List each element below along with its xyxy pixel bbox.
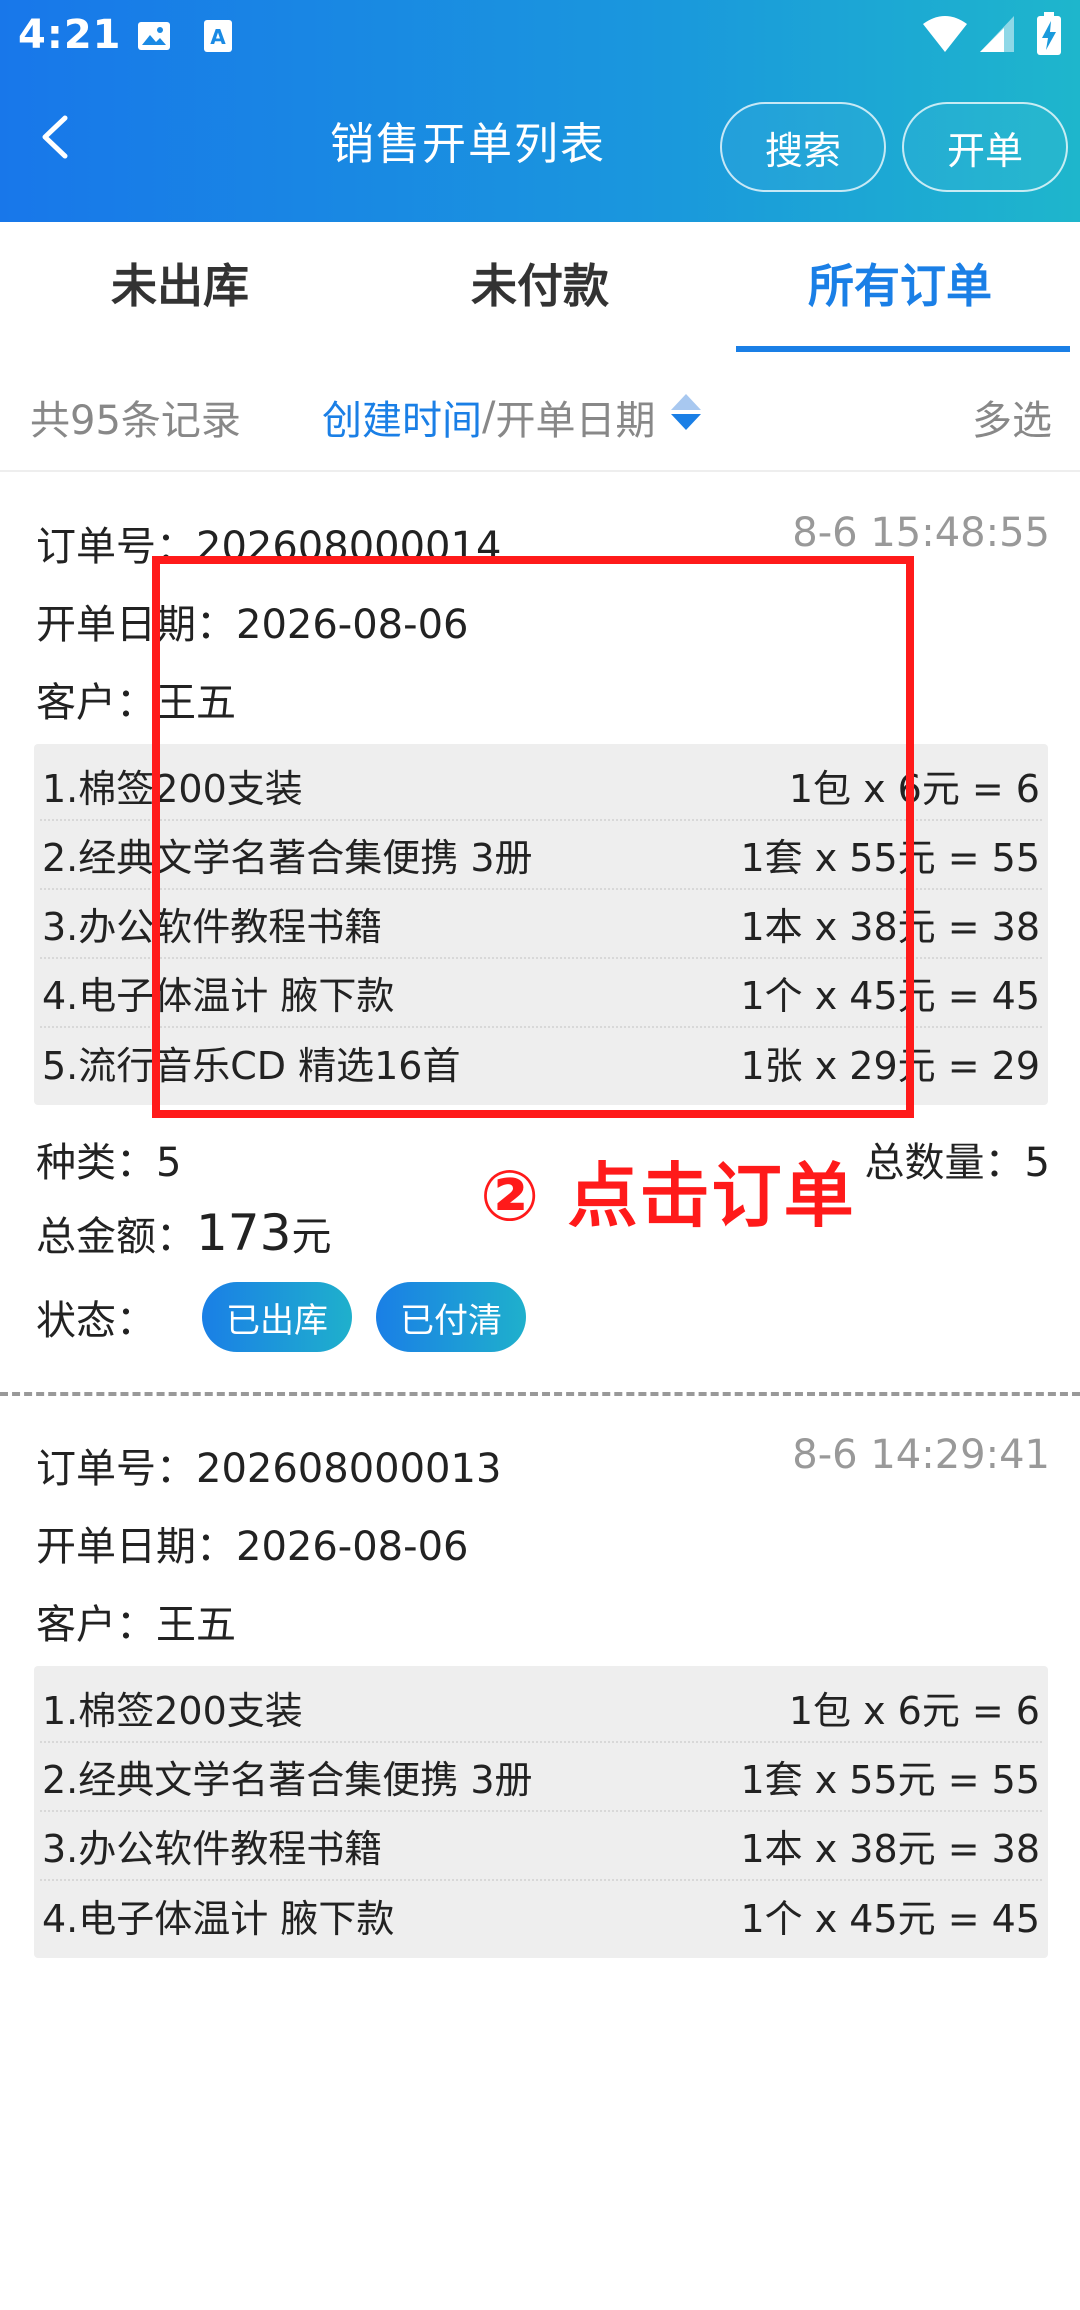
item-price: 1包 x 6元 = 6 bbox=[788, 1689, 1040, 1733]
wifi-icon bbox=[922, 14, 968, 58]
customer-row: 客户：王五 bbox=[36, 1592, 236, 1650]
list-item: 4.电子体温计 腋下款 1个 x 45元 = 45 bbox=[40, 1881, 1042, 1950]
item-price: 1包 x 6元 = 6 bbox=[788, 767, 1040, 811]
item-name: 4.电子体温计 腋下款 bbox=[42, 1897, 395, 1941]
customer-label: 客户： bbox=[36, 680, 156, 726]
kinds-row: 种类：5 bbox=[36, 1130, 181, 1188]
total-amount-label: 总金额： bbox=[36, 1214, 196, 1260]
status-bar: 4:21 A bbox=[0, 0, 1080, 75]
chevron-left-icon bbox=[42, 115, 68, 159]
total-quantity: 5 bbox=[1024, 1140, 1050, 1186]
order-number-label: 订单号： bbox=[36, 524, 196, 570]
search-button[interactable]: 搜索 bbox=[720, 102, 886, 192]
open-date: 2026-08-06 bbox=[236, 602, 469, 648]
sort-by-created-time[interactable]: 创建时间 bbox=[322, 388, 482, 446]
order-number-row: 订单号：202608000013 bbox=[36, 1436, 501, 1494]
cell-signal-icon bbox=[978, 14, 1016, 58]
annotation-label: ② 点击订单 bbox=[480, 1155, 856, 1237]
customer-name: 王五 bbox=[156, 1602, 236, 1648]
kinds-label: 种类： bbox=[36, 1140, 156, 1186]
status-badge-paid: 已付清 bbox=[376, 1282, 526, 1352]
total-amount: 173 bbox=[196, 1204, 292, 1262]
filter-bar: 共95条记录 创建时间 / 开单日期 多选 bbox=[0, 352, 1080, 472]
total-quantity-label: 总数量： bbox=[864, 1140, 1025, 1186]
page-title: 销售开单列表 bbox=[330, 119, 606, 170]
status-badge-shipped: 已出库 bbox=[202, 1282, 352, 1352]
item-name: 2.经典文学名著合集便携 3册 bbox=[42, 836, 533, 880]
item-price: 1套 x 55元 = 55 bbox=[740, 1758, 1040, 1802]
item-price: 1个 x 45元 = 45 bbox=[740, 974, 1040, 1018]
order-number-label: 订单号： bbox=[36, 1446, 196, 1492]
item-name: 3.办公软件教程书籍 bbox=[42, 1827, 383, 1871]
item-name: 1.棉签200支装 bbox=[42, 767, 303, 811]
open-date: 2026-08-06 bbox=[236, 1524, 469, 1570]
item-name: 1.棉签200支装 bbox=[42, 1689, 303, 1733]
list-item: 1.棉签200支装 1包 x 6元 = 6 bbox=[40, 752, 1042, 821]
list-item: 3.办公软件教程书籍 1本 x 38元 = 38 bbox=[40, 1812, 1042, 1881]
status-label: 状态： bbox=[36, 1298, 156, 1344]
tab-all-orders[interactable]: 所有订单 bbox=[720, 250, 1080, 316]
status-time: 4:21 bbox=[18, 12, 122, 58]
order-number: 202608000014 bbox=[196, 524, 502, 570]
order-card[interactable]: 订单号：202608000013 8-6 14:29:41 开单日期：2026-… bbox=[0, 1392, 1080, 2310]
open-date-label: 开单日期： bbox=[36, 1524, 236, 1570]
item-price: 1张 x 29元 = 29 bbox=[740, 1044, 1040, 1088]
app-header: 4:21 A 销售开单列表 搜索 开单 bbox=[0, 0, 1080, 222]
list-item: 1.棉签200支装 1包 x 6元 = 6 bbox=[40, 1674, 1042, 1743]
item-name: 2.经典文学名著合集便携 3册 bbox=[42, 1758, 533, 1802]
total-amount-row: 总金额：173元 bbox=[36, 1204, 331, 1262]
customer-row: 客户：王五 bbox=[36, 670, 236, 728]
order-items: 1.棉签200支装 1包 x 6元 = 6 2.经典文学名著合集便携 3册 1套 x… bbox=[34, 1666, 1048, 1958]
kinds-count: 5 bbox=[156, 1140, 182, 1186]
status-row: 状态： 已出库 已付清 bbox=[36, 1282, 526, 1352]
sort-toggle[interactable]: 创建时间 / 开单日期 bbox=[322, 388, 703, 446]
open-date-label: 开单日期： bbox=[36, 602, 236, 648]
back-button[interactable] bbox=[20, 102, 90, 172]
list-item: 3.办公软件教程书籍 1本 x 38元 = 38 bbox=[40, 890, 1042, 959]
customer-name: 王五 bbox=[156, 680, 236, 726]
list-item: 2.经典文学名著合集便携 3册 1套 x 55元 = 55 bbox=[40, 1743, 1042, 1812]
sort-by-open-date[interactable]: 开单日期 bbox=[495, 388, 655, 446]
item-price: 1个 x 45元 = 45 bbox=[740, 1897, 1040, 1941]
open-date-row: 开单日期：2026-08-06 bbox=[36, 1514, 468, 1572]
nav-bar: 销售开单列表 搜索 开单 bbox=[0, 90, 1080, 200]
order-created-time: 8-6 14:29:41 bbox=[792, 1432, 1050, 1478]
total-quantity-row: 总数量：5 bbox=[865, 1130, 1050, 1188]
list-item: 2.经典文学名著合集便携 3册 1套 x 55元 = 55 bbox=[40, 821, 1042, 890]
battery-charging-icon bbox=[1036, 12, 1062, 60]
order-number-row: 订单号：202608000014 bbox=[36, 514, 501, 572]
item-name: 3.办公软件教程书籍 bbox=[42, 905, 383, 949]
list-item: 4.电子体温计 腋下款 1个 x 45元 = 45 bbox=[40, 959, 1042, 1028]
order-number: 202608000013 bbox=[196, 1446, 502, 1492]
order-list: 订单号：202608000014 8-6 15:48:55 开单日期：2026-… bbox=[0, 474, 1080, 2310]
create-order-button[interactable]: 开单 bbox=[902, 102, 1068, 192]
customer-label: 客户： bbox=[36, 1602, 156, 1648]
multi-select-button[interactable]: 多选 bbox=[972, 388, 1052, 446]
tab-not-shipped[interactable]: 未出库 bbox=[0, 250, 360, 316]
list-item: 5.流行音乐CD 精选16首 1张 x 29元 = 29 bbox=[40, 1028, 1042, 1097]
item-name: 4.电子体温计 腋下款 bbox=[42, 974, 395, 1018]
font-notification-icon: A bbox=[202, 18, 234, 58]
tab-bar: 未出库 未付款 所有订单 bbox=[0, 222, 1080, 352]
sort-separator: / bbox=[482, 394, 496, 440]
item-price: 1本 x 38元 = 38 bbox=[740, 1827, 1040, 1871]
item-price: 1本 x 38元 = 38 bbox=[740, 905, 1040, 949]
item-price: 1套 x 55元 = 55 bbox=[740, 836, 1040, 880]
record-count: 共95条记录 bbox=[30, 398, 241, 444]
order-card[interactable]: 订单号：202608000014 8-6 15:48:55 开单日期：2026-… bbox=[0, 474, 1080, 1392]
total-amount-unit: 元 bbox=[291, 1214, 332, 1260]
item-name: 5.流行音乐CD 精选16首 bbox=[42, 1044, 461, 1088]
order-created-time: 8-6 15:48:55 bbox=[792, 510, 1050, 556]
gallery-notification-icon bbox=[136, 18, 172, 58]
svg-text:A: A bbox=[210, 25, 226, 49]
tab-unpaid[interactable]: 未付款 bbox=[360, 250, 720, 316]
order-items: 1.棉签200支装 1包 x 6元 = 6 2.经典文学名著合集便携 3册 1套 x… bbox=[34, 744, 1048, 1105]
sort-arrows-icon[interactable] bbox=[669, 392, 703, 442]
open-date-row: 开单日期：2026-08-06 bbox=[36, 592, 468, 650]
